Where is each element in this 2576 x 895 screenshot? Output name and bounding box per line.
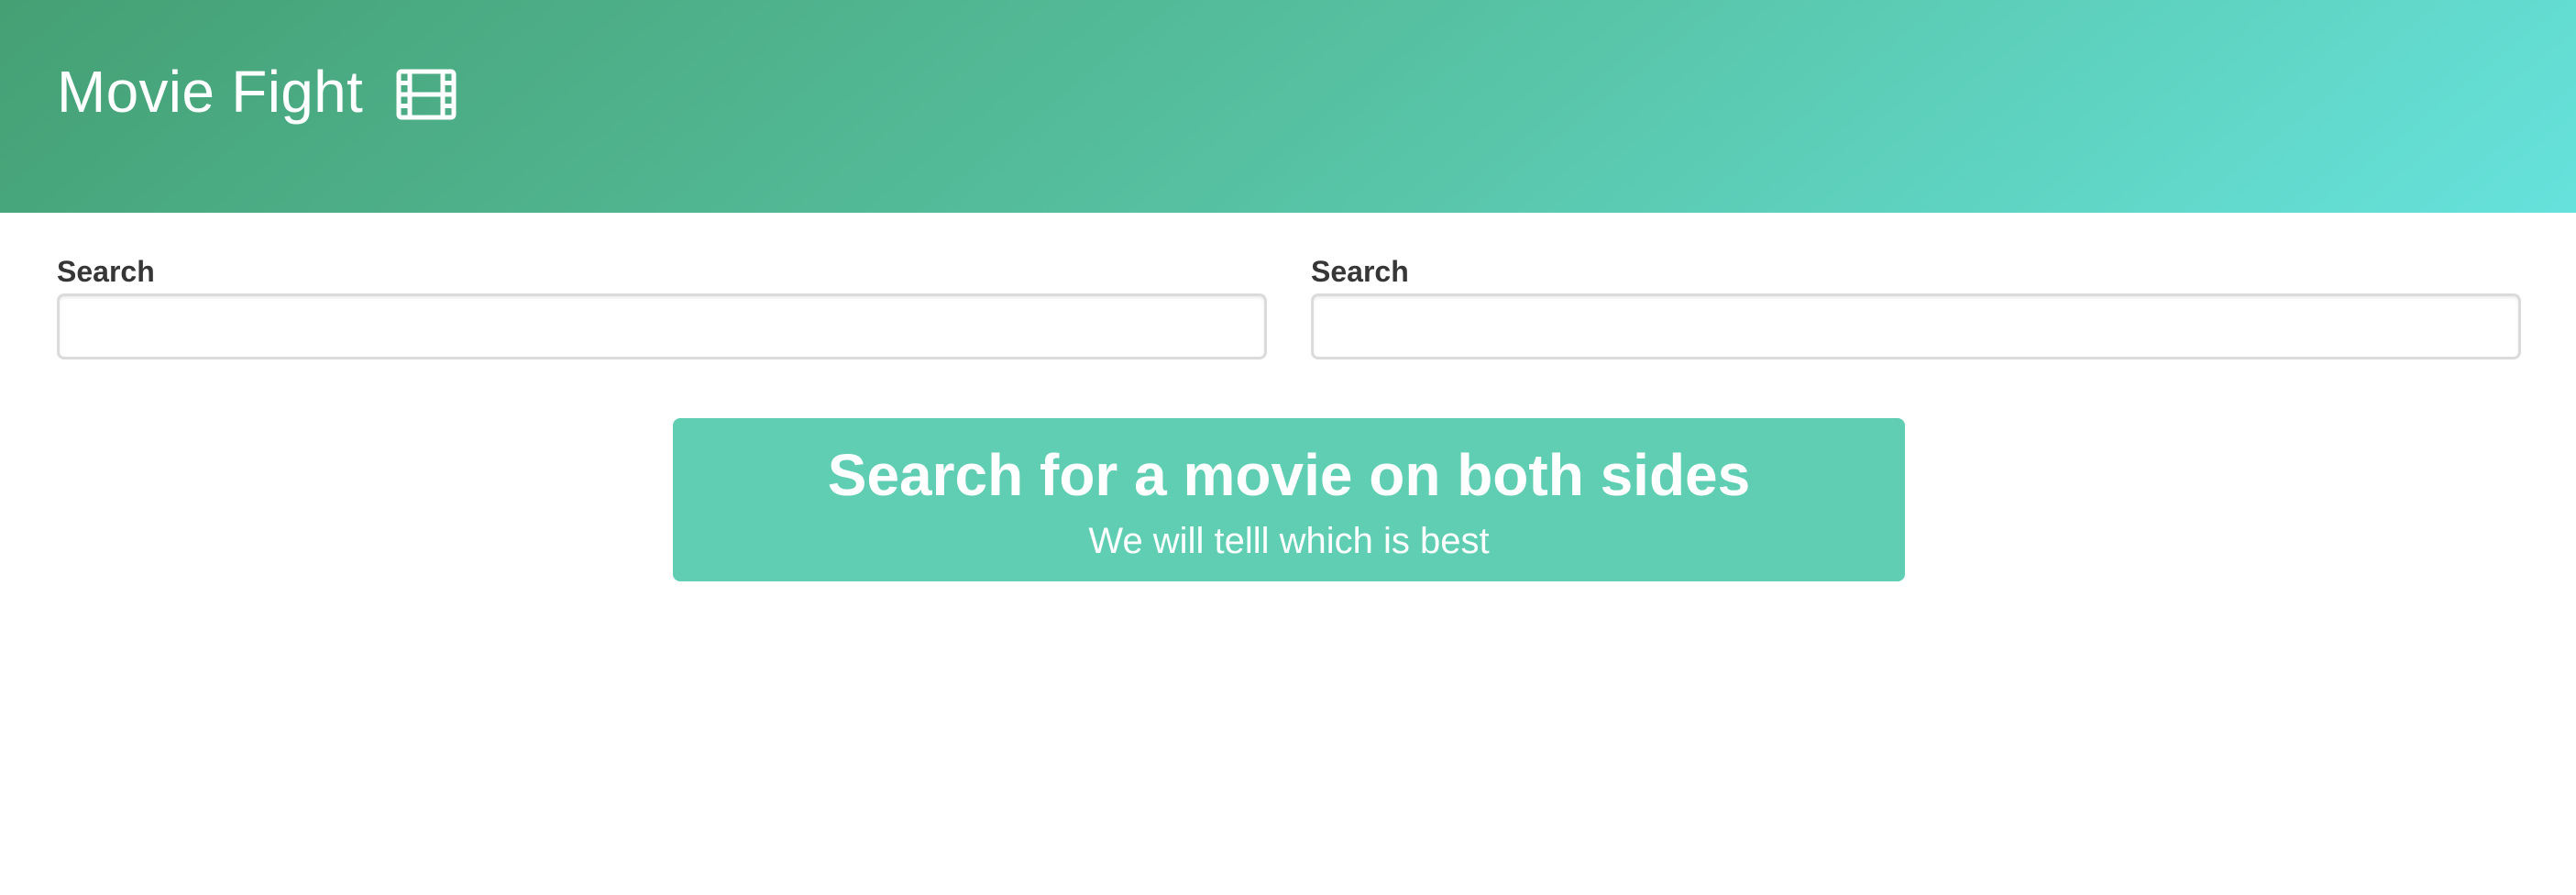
notice-title: Search for a movie on both sides bbox=[827, 442, 1751, 508]
app-title-container: Movie Fight bbox=[57, 53, 457, 130]
left-search-input[interactable] bbox=[57, 293, 1267, 359]
instruction-notice: Search for a movie on both sides We will… bbox=[673, 418, 1905, 581]
right-search-column: Search bbox=[1311, 253, 2521, 359]
left-search-label: Search bbox=[57, 255, 155, 288]
right-search-label: Search bbox=[1311, 255, 1409, 288]
film-icon bbox=[396, 66, 457, 120]
notice-subtitle: We will telll which is best bbox=[1088, 521, 1490, 561]
app-title: Movie Fight bbox=[57, 59, 364, 125]
left-search-column: Search bbox=[57, 253, 1267, 359]
right-search-input[interactable] bbox=[1311, 293, 2521, 359]
header-hero: Movie Fight bbox=[0, 0, 2576, 213]
